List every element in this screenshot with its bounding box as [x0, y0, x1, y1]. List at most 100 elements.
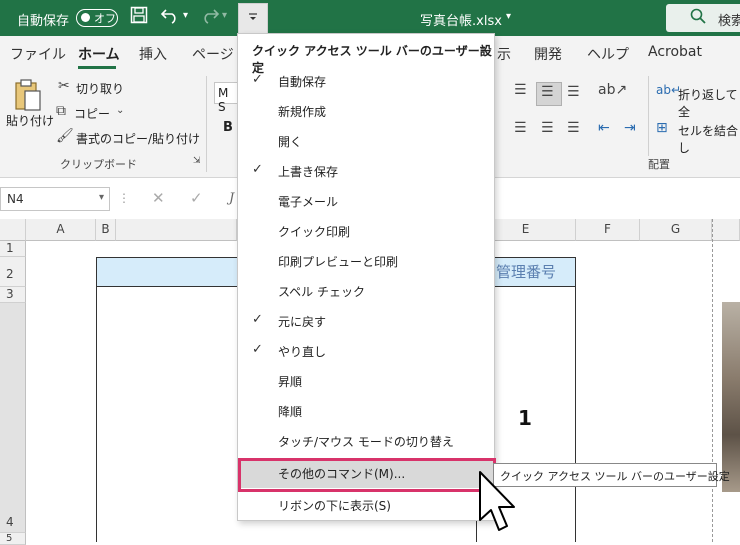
column-header-h[interactable] — [712, 219, 740, 241]
table-border-left — [96, 287, 97, 542]
menu-item[interactable]: ✓ やり直し — [238, 336, 494, 366]
copy-icon[interactable]: ⧉ — [56, 103, 66, 119]
menu-item[interactable]: リボンの下に表示(S) — [238, 490, 494, 520]
align-left-icon[interactable]: ☰ — [514, 120, 527, 136]
undo-dropdown-icon[interactable]: ▾ — [183, 10, 188, 21]
group-divider — [206, 76, 207, 172]
menu-item-label: 新規作成 — [278, 105, 327, 119]
increase-indent-icon[interactable]: ⇥ — [624, 120, 636, 136]
format-painter-icon[interactable]: 🖌 — [56, 128, 74, 144]
check-icon: ✓ — [252, 342, 263, 357]
customize-qat-button[interactable] — [238, 3, 268, 34]
name-box-dropdown-icon[interactable]: ▾ — [99, 192, 104, 203]
column-header-g[interactable]: G — [640, 219, 712, 241]
clipboard-launcher-icon[interactable]: ⇲ — [193, 156, 201, 166]
menu-item-label: 自動保存 — [278, 75, 327, 89]
menu-item[interactable]: 印刷プレビューと印刷 — [238, 246, 494, 276]
menu-item[interactable]: ✓ 元に戻す — [238, 306, 494, 336]
menu-item-label: 電子メール — [278, 195, 339, 209]
row-header-4[interactable]: 4 — [0, 303, 26, 533]
enter-icon[interactable]: ✓ — [190, 189, 203, 207]
cancel-icon[interactable]: ✕ — [152, 189, 165, 207]
row-header-3[interactable]: 3 — [0, 287, 26, 303]
menu-item-label: スペル チェック — [278, 285, 365, 299]
autosave-toggle[interactable]: オフ — [76, 9, 118, 27]
redo-dropdown-icon[interactable]: ▾ — [222, 10, 227, 21]
alignment-group-label: 配置 — [648, 158, 670, 171]
photo-thumbnail[interactable] — [722, 302, 740, 492]
menu-item-label: やり直し — [278, 345, 327, 359]
menu-item[interactable]: 新規作成 — [238, 96, 494, 126]
formula-bar-grip-icon: ⋮ — [118, 191, 130, 205]
name-box[interactable]: N4 ▾ — [0, 187, 110, 211]
align-right-icon[interactable]: ☰ — [567, 120, 580, 136]
menu-item-label: クイック印刷 — [278, 225, 351, 239]
name-box-value: N4 — [7, 192, 24, 206]
wrap-text-button[interactable]: 折り返して全 — [678, 86, 740, 120]
menu-item[interactable]: スペル チェック — [238, 276, 494, 306]
cut-button[interactable]: 切り取り — [76, 80, 124, 97]
menu-item[interactable]: 降順 — [238, 396, 494, 426]
column-header-filler — [116, 219, 237, 241]
tab-page-layout[interactable]: ページ — [192, 44, 234, 64]
highlight-box — [238, 458, 496, 492]
column-header-f[interactable]: F — [576, 219, 640, 241]
undo-icon[interactable] — [160, 6, 180, 29]
menu-item[interactable]: ✓ 上書き保存 — [238, 156, 494, 186]
customize-qat-icon — [248, 11, 258, 25]
menu-item-label: 開く — [278, 135, 303, 149]
decrease-indent-icon[interactable]: ⇤ — [598, 120, 610, 136]
search-box[interactable]: 検索 — [666, 4, 740, 32]
file-name[interactable]: 写真台帳.xlsx — [420, 10, 502, 29]
active-tab-indicator — [78, 66, 116, 69]
cell-e4-value[interactable]: 1 — [518, 406, 532, 430]
cut-icon[interactable]: ✂ — [58, 78, 70, 94]
row-header-2[interactable]: 2 — [0, 257, 26, 287]
menu-item[interactable]: 昇順 — [238, 366, 494, 396]
merge-cells-button[interactable]: セルを結合し — [678, 122, 740, 156]
copy-dropdown-icon[interactable]: ⌄ — [116, 105, 124, 116]
menu-item-label: 元に戻す — [278, 315, 327, 329]
column-header-a[interactable]: A — [26, 219, 96, 241]
menu-item[interactable]: 開く — [238, 126, 494, 156]
tab-help[interactable]: ヘルプ — [587, 44, 629, 64]
tab-acrobat[interactable]: Acrobat — [648, 44, 702, 60]
customize-qat-menu: クイック アクセス ツール バーのユーザー設定 ✓ 自動保存 新規作成 開く ✓ 上書き保… — [237, 33, 495, 521]
filename-dropdown-icon[interactable]: ▾ — [506, 11, 511, 22]
tab-insert[interactable]: 挿入 — [139, 44, 167, 64]
align-bottom-icon[interactable]: ☰ — [567, 84, 580, 100]
menu-item-label: 昇順 — [278, 375, 303, 389]
align-top-icon[interactable]: ☰ — [514, 82, 527, 98]
save-icon[interactable] — [130, 6, 148, 29]
paste-icon[interactable] — [14, 78, 42, 116]
toggle-knob — [81, 13, 90, 22]
menu-item[interactable]: 電子メール — [238, 186, 494, 216]
search-label: 検索 — [718, 14, 740, 29]
autosave-state: オフ — [94, 12, 116, 25]
insert-function-button[interactable]: J — [229, 191, 234, 206]
merge-cells-icon[interactable]: ⊞ — [656, 120, 668, 136]
tab-home[interactable]: ホーム — [78, 44, 120, 64]
menu-item[interactable]: ✓ 自動保存 — [238, 66, 494, 96]
paste-button[interactable]: 貼り付け — [6, 112, 54, 129]
select-all-corner[interactable] — [0, 219, 26, 241]
copy-button[interactable]: コピー — [74, 105, 110, 122]
orientation-icon[interactable]: ab↗ — [598, 82, 627, 98]
title-bar: 自動保存 オフ ▾ ▾ 写真台帳.xlsx ▾ 検索 — [0, 0, 740, 36]
tab-view[interactable]: 示 — [497, 44, 511, 64]
format-painter-button[interactable]: 書式のコピー/貼り付け — [76, 130, 200, 147]
column-header-b[interactable]: B — [96, 219, 116, 241]
align-center-icon[interactable]: ☰ — [541, 120, 554, 136]
bold-button[interactable]: B — [223, 120, 233, 135]
row-header-1[interactable]: 1 — [0, 241, 26, 257]
mouse-cursor-icon — [479, 471, 515, 531]
menu-item[interactable]: タッチ/マウス モードの切り替え — [238, 426, 494, 456]
menu-item-label: 上書き保存 — [278, 165, 339, 179]
tab-file[interactable]: ファイル — [10, 44, 66, 64]
redo-icon[interactable] — [200, 6, 220, 29]
menu-item[interactable]: クイック印刷 — [238, 216, 494, 246]
tab-developer[interactable]: 開発 — [534, 44, 562, 64]
menu-item-label: 印刷プレビューと印刷 — [278, 255, 399, 269]
row-header-5[interactable]: 5 — [0, 533, 26, 545]
menu-item-label: 降順 — [278, 405, 303, 419]
